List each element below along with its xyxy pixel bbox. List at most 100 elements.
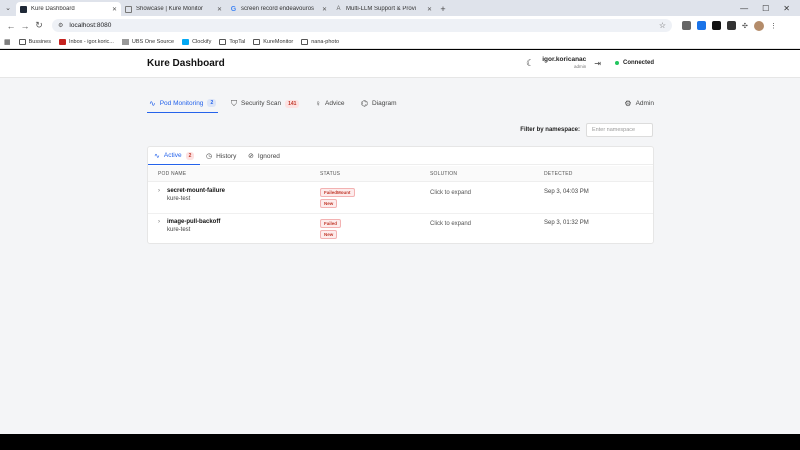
page: Kure Dashboard ☾ igor.koricanac admin ⇥ … [0, 50, 800, 434]
dark-extension-icon[interactable] [712, 21, 721, 30]
bookmark-bussines[interactable]: Bussines [18, 38, 51, 45]
taskbar [0, 434, 800, 450]
address-bar[interactable]: ⚙ localhost:8080 ☆ [52, 19, 672, 32]
browser-tab-showcase[interactable]: Showcase | Kure Monitor ✕ [121, 2, 226, 16]
bookmark-ubs[interactable]: UBS One Source [121, 38, 174, 45]
header-right: ☾ igor.koricanac admin ⇥ Connected [526, 56, 654, 69]
extensions-area: ✣ ⋮ [682, 20, 777, 31]
pod-namespace: kure-test [167, 227, 191, 233]
tab-badge: 141 [285, 99, 300, 108]
bookmark-clockify[interactable]: Clockify [182, 38, 211, 45]
logout-icon[interactable]: ⇥ [594, 59, 601, 68]
col-detected: DETECTED [544, 171, 573, 177]
main-nav: ∿ Pod Monitoring 2 ⛉ Security Scan 141 ♀… [147, 94, 654, 114]
col-pod-name: POD NAME [158, 171, 187, 177]
close-icon[interactable]: ✕ [322, 6, 327, 13]
google-favicon-icon: G [230, 5, 237, 13]
pod-namespace: kure-test [167, 196, 191, 202]
col-solution: SOLUTION [430, 171, 458, 177]
filter-label: Filter by namespace: [520, 127, 580, 133]
minimize-icon[interactable]: — [740, 4, 748, 13]
tab-ignored[interactable]: ⊘ Ignored [248, 147, 280, 165]
close-icon[interactable]: ✕ [217, 6, 222, 13]
tab-pod-monitoring[interactable]: ∿ Pod Monitoring 2 [147, 94, 219, 113]
browser-toolbar: ← → ↻ ⚙ localhost:8080 ☆ ✣ ⋮ [0, 16, 800, 35]
window-controls: — ☐ ✕ [740, 0, 800, 16]
eye-off-icon: ⊘ [248, 153, 254, 160]
browser-tab-kure-dashboard[interactable]: Kure Dashboard ✕ [16, 2, 121, 16]
close-icon[interactable]: ✕ [112, 6, 117, 13]
table-row[interactable]: › image-pull-backoff kure-test Failed Ne… [148, 214, 653, 245]
kebab-menu-icon[interactable]: ⋮ [770, 22, 777, 30]
folder-icon [18, 38, 26, 45]
forward-arrow-icon[interactable]: → [18, 19, 32, 33]
profile-avatar[interactable] [753, 20, 764, 31]
detected-time: Sep 3, 04:03 PM [544, 189, 589, 195]
tab-history[interactable]: ◷ History [206, 147, 236, 165]
bookmarks-bar: ▦ Bussines Inbox - igor.koric... UBS One… [0, 35, 800, 49]
new-badge: New [320, 199, 338, 208]
pod-issues-card: ∿ Active 2 ◷ History ⊘ Ignored POD NAME … [147, 146, 654, 244]
col-status: STATUS [320, 171, 341, 177]
chevron-right-icon[interactable]: › [158, 219, 160, 225]
user-role: admin [574, 63, 587, 69]
sub-tabs: ∿ Active 2 ◷ History ⊘ Ignored [148, 147, 653, 165]
new-badge: New [320, 230, 338, 239]
activity-icon: ∿ [149, 98, 156, 108]
reload-icon[interactable]: ↻ [32, 19, 46, 33]
status-cell: FailedMount New [320, 188, 355, 208]
clock-icon: ◷ [206, 153, 213, 160]
translate-extension-icon[interactable] [697, 21, 706, 30]
shield-icon: ⛉ [231, 98, 237, 108]
back-arrow-icon[interactable]: ← [4, 19, 18, 33]
tab-advice[interactable]: ♀ Advice [315, 94, 345, 113]
mail-icon [58, 38, 66, 45]
tab-security-scan[interactable]: ⛉ Security Scan 141 [231, 94, 300, 113]
folder-icon [301, 38, 309, 45]
status-badge: Failed [320, 219, 342, 228]
shield-extension-icon[interactable] [682, 21, 691, 30]
gear-icon: ⚙ [624, 99, 632, 108]
chevron-right-icon[interactable]: › [158, 188, 160, 194]
pod-name: secret-mount-failure [167, 188, 226, 194]
close-icon[interactable]: ✕ [427, 6, 432, 13]
kure-favicon-icon [20, 5, 27, 13]
solution-expand[interactable]: Click to expand [430, 221, 471, 227]
tab-search-icon[interactable]: ⌄ [0, 0, 16, 16]
ai-favicon-icon: A [336, 6, 341, 12]
status-cell: Failed New [320, 219, 342, 239]
site-info-icon[interactable]: ⚙ [58, 22, 63, 29]
bookmark-kuremonitor[interactable]: KureMonitor [253, 38, 293, 45]
camera-extension-icon[interactable] [727, 21, 736, 30]
tab-diagram[interactable]: ⌬ Diagram [361, 94, 397, 113]
bookmark-star-icon[interactable]: ☆ [659, 21, 666, 30]
detected-time: Sep 3, 01:32 PM [544, 220, 589, 226]
table-row[interactable]: › secret-mount-failure kure-test FailedM… [148, 183, 653, 214]
namespace-filter: Filter by namespace: Enter namespace [520, 123, 653, 137]
solution-expand[interactable]: Click to expand [430, 190, 471, 196]
maximize-icon[interactable]: ☐ [762, 4, 769, 13]
bookmark-nana-photo[interactable]: nana-photo [301, 38, 339, 45]
admin-button[interactable]: ⚙ Admin [624, 94, 654, 113]
puzzle-icon[interactable]: ✣ [742, 22, 748, 30]
namespace-input[interactable]: Enter namespace [586, 123, 653, 137]
folder-icon [253, 38, 261, 45]
table-header: POD NAME STATUS SOLUTION DETECTED [148, 166, 653, 182]
close-window-icon[interactable]: ✕ [783, 4, 790, 13]
browser-tab-multi-llm[interactable]: A Multi-LLM Support & Provi ✕ [331, 2, 436, 16]
browser-tab-google-search[interactable]: G screen record endeavouros ✕ [226, 2, 331, 16]
tab-active[interactable]: ∿ Active 2 [148, 147, 201, 165]
moon-icon[interactable]: ☾ [526, 58, 534, 69]
user-info: igor.koricanac admin [542, 56, 587, 69]
activity-icon: ∿ [154, 152, 160, 160]
connection-status: Connected [614, 60, 654, 66]
status-badge: FailedMount [320, 188, 355, 197]
url-text: localhost:8080 [69, 22, 112, 29]
bookmark-toptal[interactable]: TopTal [219, 38, 245, 45]
bookmark-inbox[interactable]: Inbox - igor.koric... [58, 38, 114, 45]
app-header: Kure Dashboard ☾ igor.koricanac admin ⇥ … [0, 50, 800, 78]
folder-icon [219, 38, 227, 45]
apps-grid-icon[interactable]: ▦ [4, 38, 11, 46]
new-tab-plus-icon[interactable]: + [436, 2, 450, 16]
clockify-icon [182, 38, 190, 45]
